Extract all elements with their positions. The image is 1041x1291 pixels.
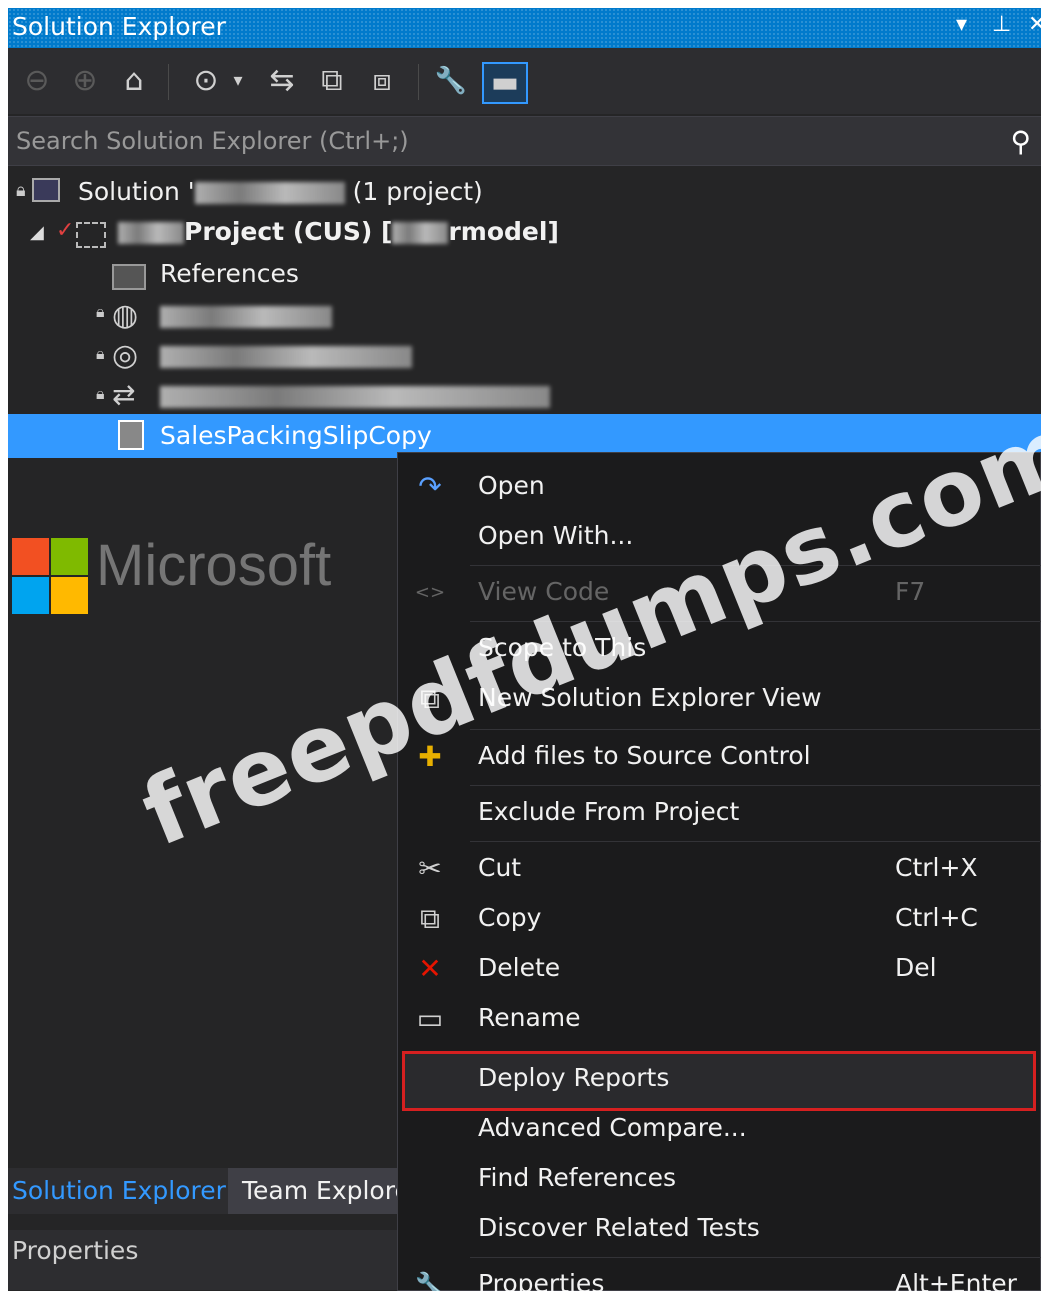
- menu-item-exclude[interactable]: Exclude From Project: [398, 789, 1041, 839]
- logo-text: Microsoft: [96, 533, 332, 598]
- menu-item-discover-tests[interactable]: Discover Related Tests: [398, 1205, 1041, 1255]
- menu-item-deploy-reports[interactable]: Deploy Reports: [398, 1055, 1041, 1105]
- tree-item-redacted[interactable]: [160, 336, 412, 376]
- project-icon: [76, 222, 106, 248]
- view-code-icon: <>: [414, 582, 446, 603]
- menu-item-cut[interactable]: ✂ Cut Ctrl+X: [398, 845, 1041, 895]
- globe-icon: ◍: [112, 298, 139, 333]
- search-input[interactable]: [8, 117, 998, 165]
- home-icon[interactable]: ⌂: [116, 62, 152, 100]
- cut-icon: ✂: [418, 852, 442, 885]
- menu-separator: [470, 1257, 1041, 1258]
- logo-square-green: [51, 538, 88, 575]
- copy-icon: ⧉: [420, 902, 440, 935]
- solution-icon: [32, 178, 60, 202]
- back-icon[interactable]: ⊖: [20, 62, 54, 100]
- menu-separator: [470, 841, 1041, 842]
- panel-title: Solution Explorer: [12, 12, 226, 41]
- title-bar: Solution Explorer ▾ ⊥ ✕: [8, 8, 1041, 48]
- logo-square-blue: [12, 577, 49, 614]
- web-service-icon: ◎: [112, 338, 139, 373]
- lock-icon: 🔒︎: [96, 384, 105, 403]
- menu-item-properties[interactable]: 🔧 Properties Alt+Enter: [398, 1261, 1041, 1291]
- tree-solution[interactable]: Solution ' (1 project): [78, 172, 483, 212]
- checkmark-icon: ✓: [56, 218, 75, 243]
- menu-separator: [470, 729, 1041, 730]
- expand-arrow-icon[interactable]: ◢: [30, 222, 44, 243]
- tree-references[interactable]: References: [160, 254, 299, 294]
- references-icon: [112, 264, 146, 290]
- logo-square-red: [12, 538, 49, 575]
- toolbar-separator: [168, 64, 169, 100]
- properties-icon: 🔧: [415, 1271, 445, 1291]
- redacted-text: [160, 346, 412, 368]
- lock-icon: 🔒︎: [16, 180, 26, 201]
- lock-icon: 🔒︎: [96, 302, 105, 321]
- logo-square-yellow: [51, 577, 88, 614]
- report-icon: [118, 420, 144, 450]
- redacted-text: [392, 222, 449, 244]
- collapse-all-icon[interactable]: ⧉: [314, 62, 350, 100]
- redacted-text: [160, 386, 550, 408]
- menu-item-add-source-control[interactable]: ✚ Add files to Source Control: [398, 733, 1041, 783]
- menu-item-delete[interactable]: ✕ Delete Del: [398, 945, 1041, 995]
- properties-title: Properties: [12, 1236, 139, 1265]
- tab-solution-explorer[interactable]: Solution Explorer: [12, 1168, 226, 1214]
- menu-item-advanced-compare[interactable]: Advanced Compare...: [398, 1105, 1041, 1155]
- rename-icon: ▭: [416, 1002, 444, 1035]
- forward-icon[interactable]: ⊕: [68, 62, 102, 100]
- preview-icon[interactable]: ▬: [482, 62, 528, 104]
- redacted-text: [194, 182, 345, 204]
- close-icon[interactable]: ✕: [1028, 12, 1041, 37]
- chevron-down-icon[interactable]: ▾: [228, 62, 248, 100]
- toolbar: ⊖ ⊕ ⌂ ⊙ ▾ ⇆ ⧉ ⧈ 🔧 ▬: [8, 48, 1041, 114]
- menu-item-find-references[interactable]: Find References: [398, 1155, 1041, 1205]
- redacted-text: [160, 306, 332, 328]
- sync-icon[interactable]: ⇆: [264, 62, 300, 100]
- tree-item-label: SalesPackingSlipCopy: [160, 421, 432, 450]
- pending-changes-icon[interactable]: ⊙: [186, 62, 226, 100]
- menu-separator: [470, 785, 1041, 786]
- delete-icon: ✕: [418, 952, 442, 985]
- tab-team-explorer[interactable]: Team Explore: [228, 1168, 412, 1214]
- tree-item-redacted[interactable]: [160, 296, 332, 336]
- menu-item-copy[interactable]: ⧉ Copy Ctrl+C: [398, 895, 1041, 945]
- solution-explorer-panel: Solution Explorer ▾ ⊥ ✕ ⊖ ⊕ ⌂ ⊙ ▾ ⇆ ⧉ ⧈ …: [8, 8, 1041, 1291]
- redacted-text: [118, 222, 184, 244]
- lock-icon: 🔒︎: [96, 344, 105, 363]
- properties-wrench-icon[interactable]: 🔧: [432, 62, 470, 100]
- menu-item-rename[interactable]: ▭ Rename: [398, 995, 1041, 1045]
- pin-icon[interactable]: ⊥: [992, 12, 1011, 37]
- show-all-files-icon[interactable]: ⧈: [362, 62, 402, 100]
- search-icon[interactable]: ⚲: [1010, 125, 1031, 158]
- dropdown-icon[interactable]: ▾: [956, 12, 967, 37]
- open-icon: ↷: [418, 470, 442, 503]
- search-bar: ⚲: [8, 116, 1041, 166]
- tree-item-redacted[interactable]: [160, 376, 550, 416]
- toolbar-separator: [418, 64, 419, 100]
- tree-project[interactable]: Project (CUS) [rmodel]: [118, 212, 559, 252]
- class-icon: ⇄: [112, 378, 136, 411]
